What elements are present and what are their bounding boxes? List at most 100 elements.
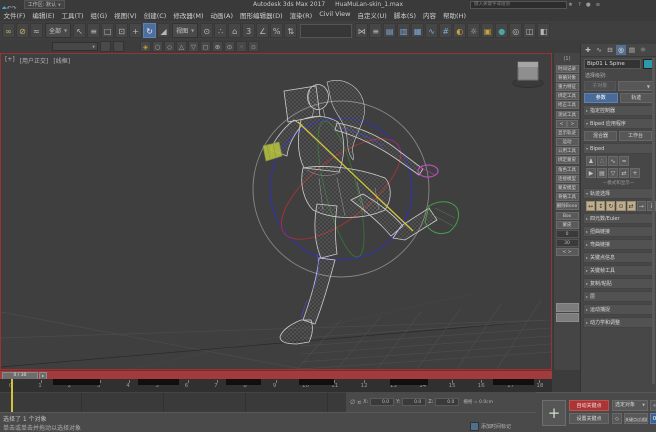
coord-x-field[interactable]: 0.0 <box>370 398 394 406</box>
menu-item[interactable]: 修改器(M) <box>170 10 207 20</box>
isolate-selection-icon[interactable]: ∅ <box>350 399 355 406</box>
tool-strip-button[interactable]: < <box>556 120 567 128</box>
workspace-dropdown[interactable]: 工作区: 默认 ▼ <box>24 0 65 9</box>
sub-object-dropdown[interactable]: ▼ <box>618 81 653 91</box>
custom-tool-icon-6[interactable]: ◻ <box>200 41 211 52</box>
menu-item[interactable]: 创建(C) <box>140 10 170 20</box>
tool-strip-button[interactable] <box>556 303 579 312</box>
custom-tool-icon-5[interactable]: ▽ <box>188 41 199 52</box>
favorites-star-icon[interactable]: ★ <box>568 2 573 8</box>
search-input[interactable]: 键入关键字或短语 <box>470 1 567 9</box>
motion-flow-mode-icon[interactable]: ∿ <box>608 156 618 166</box>
menu-item[interactable]: 自定义(U) <box>354 10 390 20</box>
figure-mode-icon[interactable]: ♟ <box>586 156 596 166</box>
curve-editor-icon[interactable]: ∿ <box>425 23 438 38</box>
tool-strip-button[interactable]: 蒙皮 <box>556 221 579 229</box>
tab-motion[interactable]: ◎ <box>616 45 626 55</box>
tool-strip-button[interactable]: 绑定工具 <box>556 92 579 100</box>
select-and-rotate-icon[interactable]: ↻ <box>143 23 156 38</box>
keyframe-range[interactable] <box>53 379 100 385</box>
viewport-general-menu[interactable]: [+] <box>5 56 15 65</box>
tab-utilities[interactable]: ☼ <box>638 45 648 55</box>
body-rotation-icon[interactable]: ↻ <box>606 201 615 211</box>
body-vertical-icon[interactable]: ↕ <box>596 201 605 211</box>
rollout-header[interactable]: ▸ 四元数/Euler <box>583 213 654 224</box>
tool-strip-button[interactable]: Box <box>556 212 579 220</box>
menu-item[interactable]: 渲染(R) <box>286 10 316 20</box>
select-object-icon[interactable]: ↖ <box>73 23 86 38</box>
rollout-header[interactable]: ▸ 扭曲链接 <box>583 226 654 237</box>
menu-item[interactable]: 工具(T) <box>58 10 87 20</box>
menu-item[interactable]: 组(G) <box>87 10 111 20</box>
tool-strip-button[interactable]: 测试工具 <box>556 111 579 119</box>
custom-tool-icon-4[interactable]: △ <box>176 41 187 52</box>
character-wireframe[interactable] <box>271 80 437 344</box>
tool-strip-button[interactable]: 骨骼工具 <box>556 193 579 201</box>
menu-item[interactable]: 图形编辑器(D) <box>237 10 287 20</box>
tool-strip-button[interactable]: 角色工具 <box>556 166 579 174</box>
window-crossing-icon[interactable]: ⊡ <box>115 23 128 38</box>
percent-snap-icon[interactable]: % <box>270 23 283 38</box>
tool-strip-button[interactable]: 0 <box>556 230 579 238</box>
mirror-icon[interactable]: ⋈ <box>355 23 368 38</box>
coord-y-field[interactable]: 0.0 <box>402 398 426 406</box>
rendered-frame-icon[interactable]: ▣ <box>481 23 494 38</box>
select-and-move-icon[interactable]: + <box>129 23 142 38</box>
coord-z-field[interactable]: 0.0 <box>435 398 459 406</box>
track-bar[interactable]: 0123456789101112131415161718 <box>0 379 552 392</box>
trajectories-mode-button[interactable]: 轨迹 <box>620 93 654 103</box>
custom-tool-icon-7[interactable]: ⊕ <box>212 41 223 52</box>
rollout-header[interactable]: ▸ 运动捕捉 <box>583 304 654 315</box>
menu-item[interactable]: 脚本(S) <box>390 10 419 20</box>
workbench-button[interactable]: 工作台 <box>619 131 652 141</box>
viewport-shading-label[interactable]: [线框] <box>53 56 70 65</box>
tool-strip-button[interactable]: 显示轨迹 <box>556 129 579 137</box>
rollout-header[interactable]: ▸ 关键点信息 <box>583 252 654 263</box>
bind-to-spacewarp-icon[interactable]: ≈ <box>30 23 43 38</box>
open-container-icon[interactable]: ◫ <box>523 23 536 38</box>
panel-scrollbar[interactable] <box>652 58 655 384</box>
viewport-pov-label[interactable]: [用户正交] <box>20 56 49 65</box>
track-bar-keys-strip[interactable] <box>0 392 346 412</box>
reference-coordinate-dropdown[interactable]: 视图▼ <box>172 23 198 38</box>
selection-filter-dropdown[interactable]: 全部▼ <box>45 23 71 38</box>
tab-modify[interactable]: ∿ <box>594 45 604 55</box>
current-frame-field[interactable]: 0 <box>650 413 656 424</box>
custom-tool-icon-8[interactable]: ⊙ <box>224 41 235 52</box>
tool-strip-button[interactable]: > <box>567 120 578 128</box>
menu-item[interactable]: 动画(A) <box>207 10 237 20</box>
scene-explorer-icon[interactable]: ▥ <box>397 23 410 38</box>
menu-item[interactable]: 文件(F) <box>0 10 29 20</box>
tab-hierarchy[interactable]: ⊟ <box>605 45 615 55</box>
state-sets-icon[interactable]: ◧ <box>537 23 550 38</box>
move-all-mode-icon[interactable]: + <box>630 168 640 178</box>
tool-strip-button[interactable]: 蒙皮模型 <box>556 184 579 192</box>
snap-toggle-3d-icon[interactable]: 3 <box>242 23 255 38</box>
rollout-assign-controller[interactable]: ▸ 指定控制器 <box>583 105 654 116</box>
use-pivot-center-icon[interactable]: ⊙ <box>200 23 213 38</box>
rollout-header[interactable]: ▸ 动力学和调整 <box>583 317 654 328</box>
secondary-toolbar-button[interactable] <box>100 41 111 52</box>
set-keys-button[interactable]: + <box>542 400 566 426</box>
spinner-snap-icon[interactable]: ⇅ <box>284 23 297 38</box>
unlink-selection-icon[interactable]: ⊘ <box>16 23 29 38</box>
menu-item[interactable]: 编辑(E) <box>29 10 58 20</box>
help-icon[interactable]: ? <box>578 2 581 8</box>
current-frame-caret[interactable] <box>11 379 13 412</box>
render-production-icon[interactable]: ● <box>495 23 508 38</box>
prop-box[interactable] <box>263 142 282 161</box>
select-and-scale-icon[interactable]: ◢ <box>157 23 170 38</box>
tab-create[interactable]: ✚ <box>583 45 593 55</box>
tool-strip-button[interactable]: 绑定蒙皮 <box>556 156 579 164</box>
select-and-manipulate-icon[interactable]: ∴ <box>214 23 227 38</box>
menu-item[interactable]: Civil View <box>316 10 354 20</box>
rollout-biped-apps[interactable]: ▾ Biped 应用程序 <box>583 118 654 129</box>
object-name-field[interactable]: Bip01 L Spine <box>584 59 641 69</box>
keyframe-range[interactable] <box>226 379 261 385</box>
menu-item[interactable]: 视图(V) <box>111 10 141 20</box>
key-scope-dropdown[interactable]: 选定对象 ▼ <box>612 400 648 411</box>
mixer-button[interactable]: 混合器 <box>584 131 617 141</box>
tool-strip-button[interactable]: 时间记录 <box>556 65 579 73</box>
sub-object-button[interactable]: 子对象 <box>584 81 616 91</box>
secondary-toolbar-button[interactable] <box>113 41 124 52</box>
